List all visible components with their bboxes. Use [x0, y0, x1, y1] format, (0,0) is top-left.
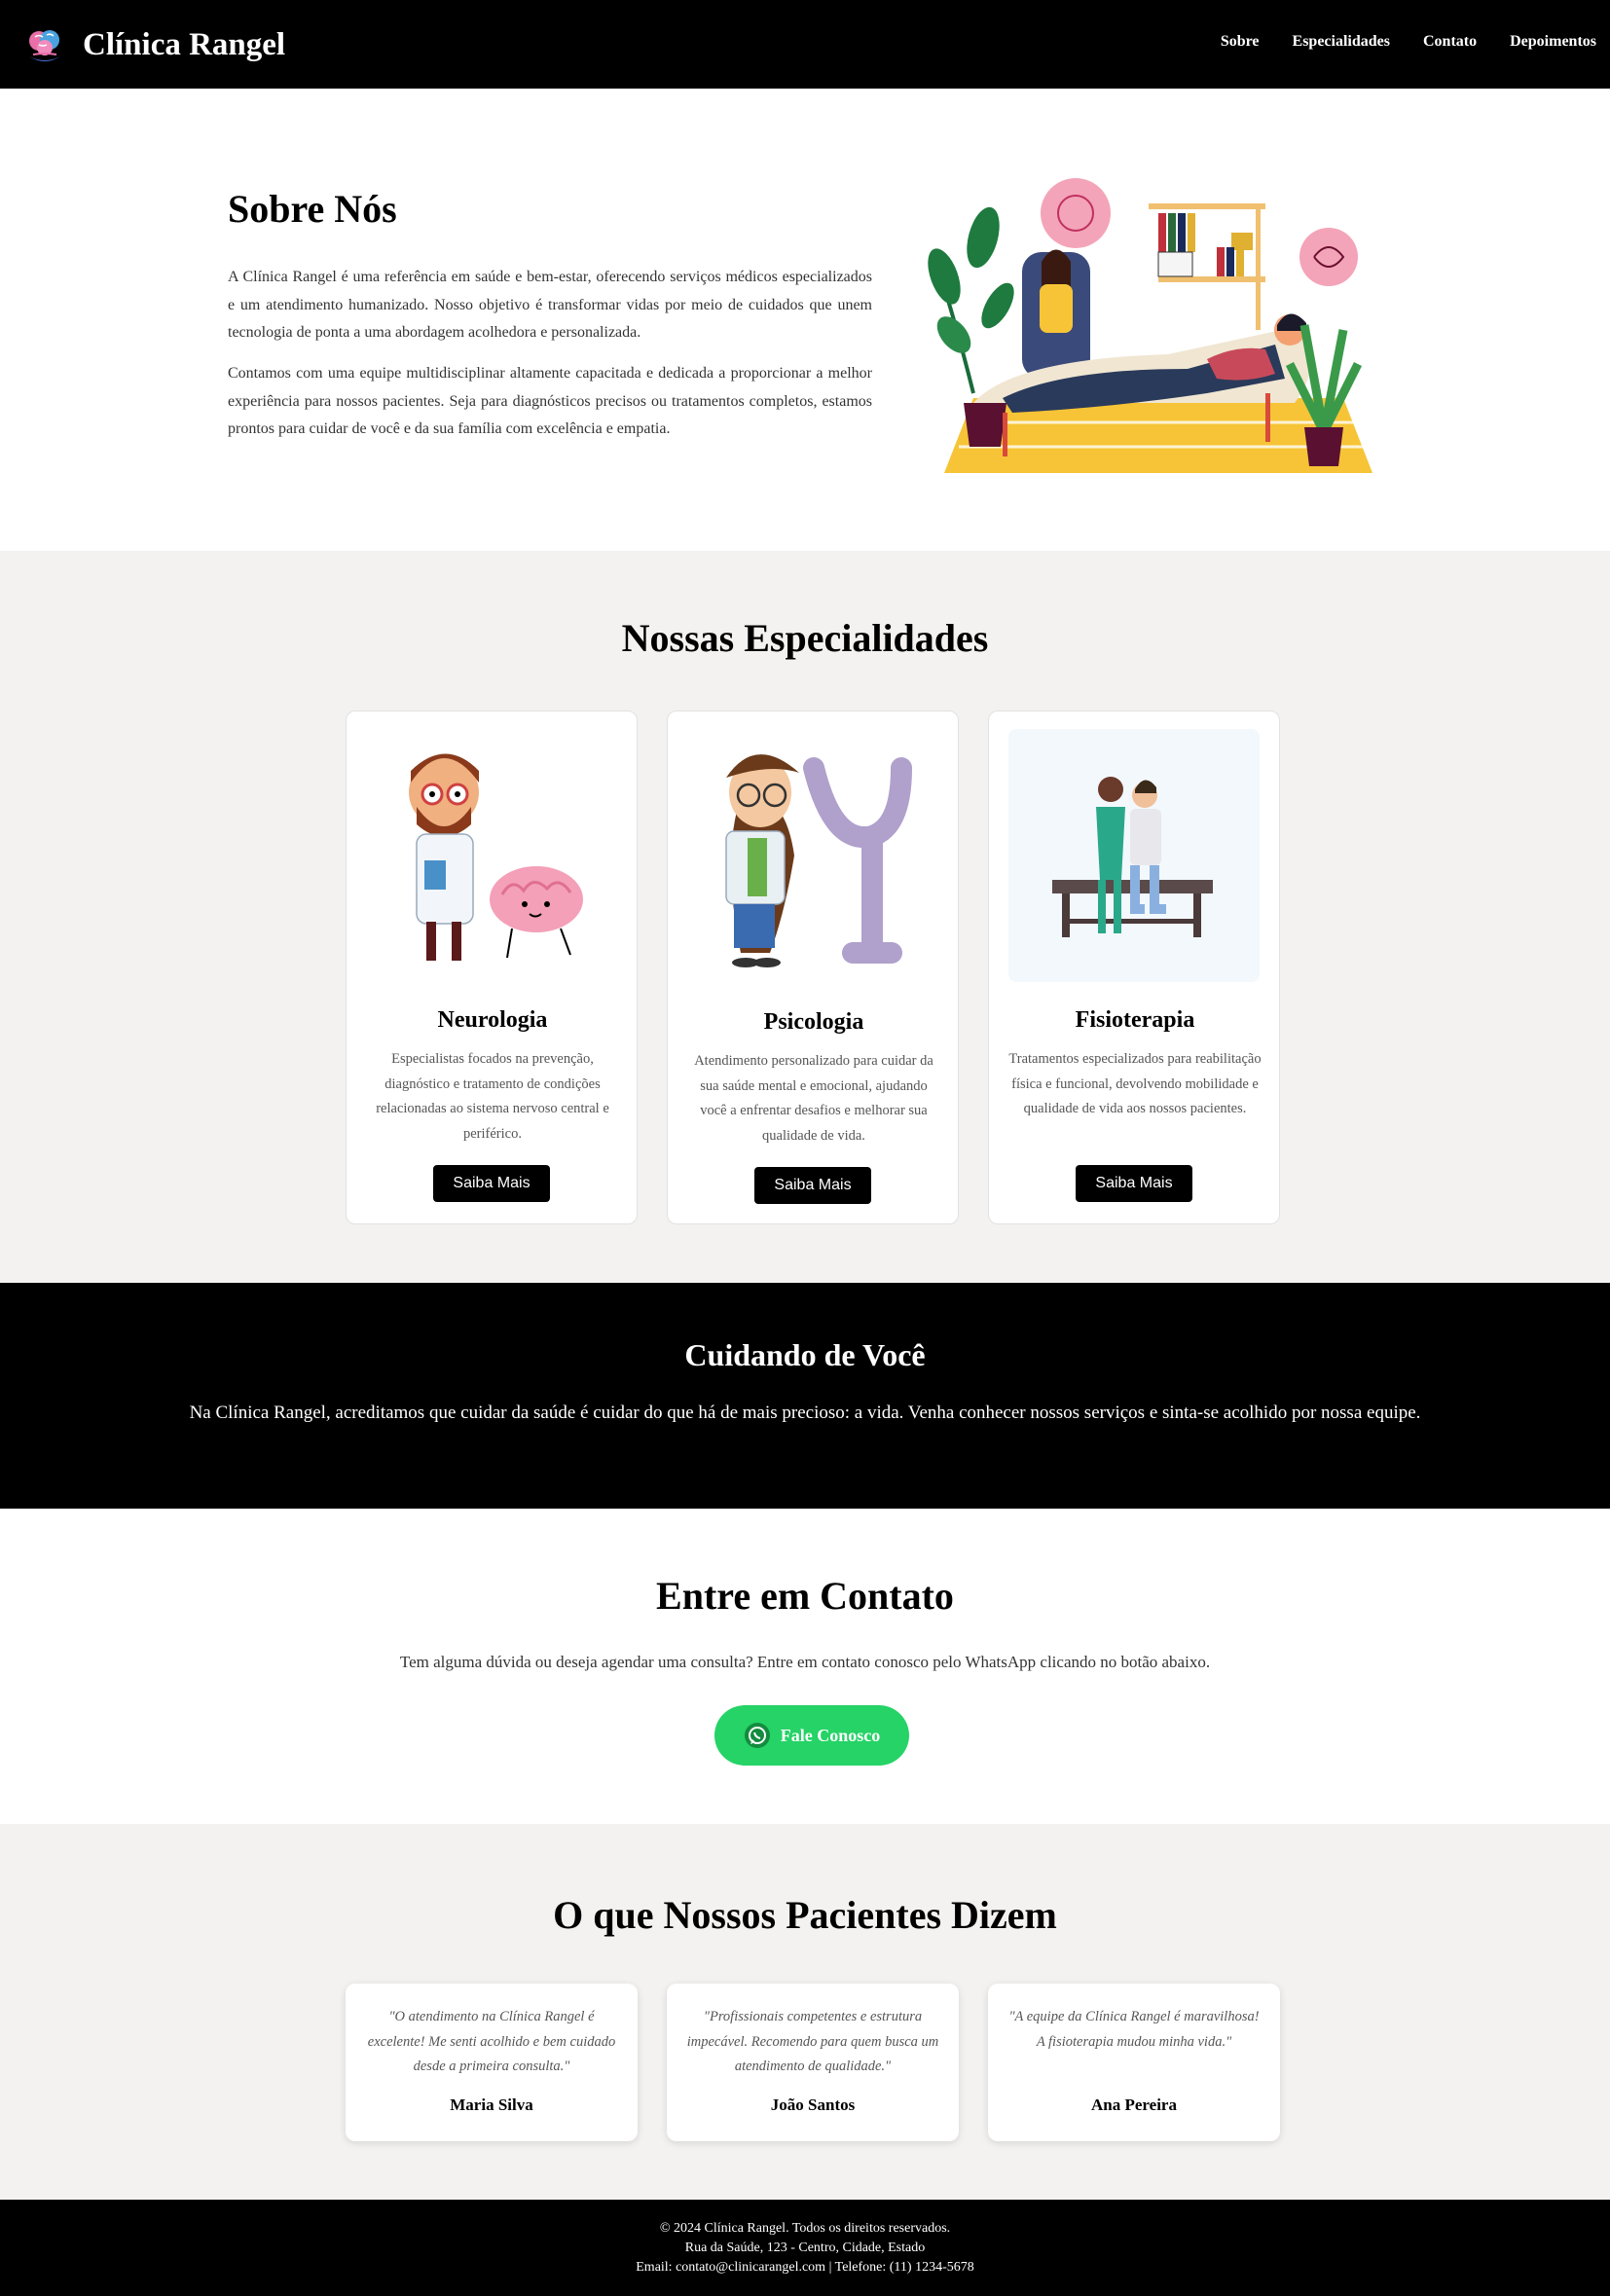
contact-section: Entre em Contato Tem alguma dúvida ou de… [0, 1509, 1610, 1824]
saiba-mais-button[interactable]: Saiba Mais [433, 1165, 550, 1202]
specialty-title: Psicologia [763, 1009, 864, 1035]
testimonial-quote: "O atendimento na Clínica Rangel é excel… [367, 2009, 616, 2074]
contact-text: Tem alguma dúvida ou deseja agendar uma … [399, 1653, 1211, 1671]
therapy-session-illustration [928, 178, 1372, 473]
nav-link-especialidades[interactable]: Especialidades [1293, 33, 1390, 51]
testimonial-author: João Santos [770, 2096, 856, 2114]
contact-title: Entre em Contato [656, 1574, 954, 1618]
specialty-description: Especialistas focados na prevenção, diag… [376, 1051, 609, 1142]
testimonial-quote: "A equipe da Clínica Rangel é maravilhos… [1008, 2009, 1260, 2050]
specialty-title: Neurologia [437, 1007, 548, 1033]
footer-copyright: © 2024 Clínica Rangel. Todos os direitos… [659, 2221, 951, 2236]
nav-link-contato[interactable]: Contato [1423, 33, 1477, 51]
caring-text: Na Clínica Rangel, acreditamos que cuida… [189, 1403, 1421, 1423]
specialty-card-psicologia: Psicologia Atendimento personalizado par… [667, 711, 959, 1224]
specialty-card-neurologia: Neurologia Especialistas focados na prev… [346, 711, 638, 1224]
nav-link-sobre[interactable]: Sobre [1221, 33, 1260, 51]
testimonial-card: "A equipe da Clínica Rangel é maravilhos… [988, 1984, 1280, 2141]
testimonial-card: "O atendimento na Clínica Rangel é excel… [346, 1984, 638, 2141]
about-title: Sobre Nós [228, 187, 397, 231]
whatsapp-button[interactable]: Fale Conosco [714, 1705, 909, 1766]
main-nav: Sobre Especialidades Contato Depoimentos [1188, 33, 1596, 51]
psychology-illustration [725, 754, 912, 967]
site-footer: © 2024 Clínica Rangel. Todos os direitos… [0, 2200, 1610, 2296]
about-paragraph-2: Contamos com uma equipe multidisciplinar… [228, 365, 872, 437]
specialty-description: Tratamentos especializados para reabilit… [1008, 1051, 1262, 1116]
testimonials-section: O que Nossos Pacientes Dizem "O atendime… [0, 1824, 1610, 2200]
testimonials-title: O que Nossos Pacientes Dizem [553, 1893, 1057, 1937]
saiba-mais-button[interactable]: Saiba Mais [1076, 1165, 1192, 1202]
whatsapp-button-label: Fale Conosco [780, 1725, 881, 1745]
testimonial-author: Ana Pereira [1091, 2096, 1177, 2114]
about-section: Sobre Nós A Clínica Rangel é uma referên… [0, 89, 1610, 551]
brain-logo-icon[interactable] [23, 23, 66, 66]
specialty-description: Atendimento personalizado para cuidar da… [694, 1053, 933, 1144]
testimonial-card: "Profissionais competentes e estrutura i… [667, 1984, 959, 2141]
footer-address: Rua da Saúde, 123 - Centro, Cidade, Esta… [684, 2241, 926, 2255]
specialty-card-fisioterapia: Fisioterapia Tratamentos especializados … [988, 711, 1280, 1224]
brand-name[interactable]: Clínica Rangel [83, 23, 285, 66]
saiba-mais-button[interactable]: Saiba Mais [754, 1167, 871, 1204]
specialties-title: Nossas Especialidades [621, 616, 989, 660]
site-header: Clínica Rangel Sobre Especialidades Cont… [0, 0, 1610, 89]
testimonial-quote: "Profissionais competentes e estrutura i… [686, 2009, 939, 2074]
footer-contact-info: Email: contato@clinicarangel.com | Telef… [636, 2260, 974, 2275]
caring-title: Cuidando de Você [684, 1337, 926, 1372]
nav-link-depoimentos[interactable]: Depoimentos [1510, 33, 1596, 51]
about-paragraph-1: A Clínica Rangel é uma referência em saú… [228, 269, 872, 341]
physiotherapy-illustration [1008, 729, 1260, 982]
specialty-title: Fisioterapia [1075, 1007, 1195, 1033]
whatsapp-icon [744, 1723, 770, 1748]
caring-banner: Cuidando de Você Na Clínica Rangel, acre… [0, 1283, 1610, 1509]
neurology-doctor-illustration [409, 753, 583, 961]
specialties-section: Nossas Especialidades Neurologia Especia… [0, 551, 1610, 1283]
testimonial-author: Maria Silva [450, 2096, 533, 2114]
